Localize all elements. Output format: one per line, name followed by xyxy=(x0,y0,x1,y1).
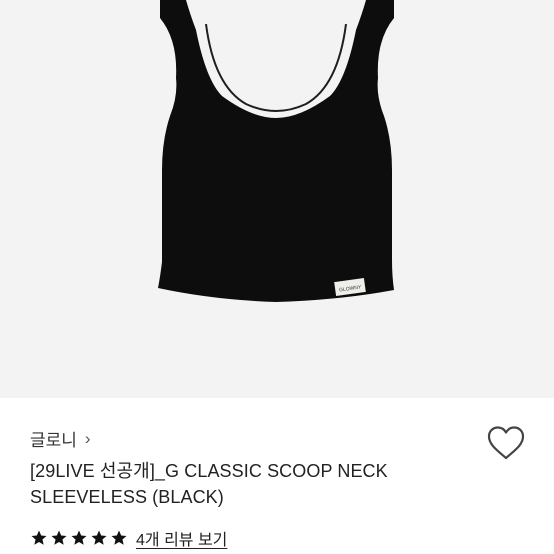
product-info-panel: 글로니 › [29LIVE 선공개]_G CLASSIC SCOOP NECK … xyxy=(0,398,554,554)
heart-outline-icon[interactable] xyxy=(486,425,526,461)
reviews-link[interactable]: 4개 리뷰 보기 xyxy=(136,526,227,550)
product-image[interactable]: GLOWNY xyxy=(0,0,554,398)
product-title-line-1: [29LIVE 선공개]_G CLASSIC SCOOP NECK xyxy=(30,461,388,481)
brand-link[interactable]: 글로니 › xyxy=(30,426,91,451)
chevron-right-icon: › xyxy=(84,428,91,448)
rating-row: 4개 리뷰 보기 xyxy=(30,526,227,550)
star-rating xyxy=(30,529,128,547)
brand-name: 글로니 xyxy=(30,431,77,450)
star-icon xyxy=(91,530,107,545)
star-icon xyxy=(31,530,47,545)
star-icon xyxy=(51,530,67,545)
product-title: [29LIVE 선공개]_G CLASSIC SCOOP NECK SLEEVE… xyxy=(30,458,460,510)
product-photo-tank-top: GLOWNY xyxy=(158,0,394,302)
product-title-line-2: SLEEVELESS (BLACK) xyxy=(30,487,224,507)
star-icon xyxy=(111,530,127,545)
star-icon xyxy=(71,530,87,545)
